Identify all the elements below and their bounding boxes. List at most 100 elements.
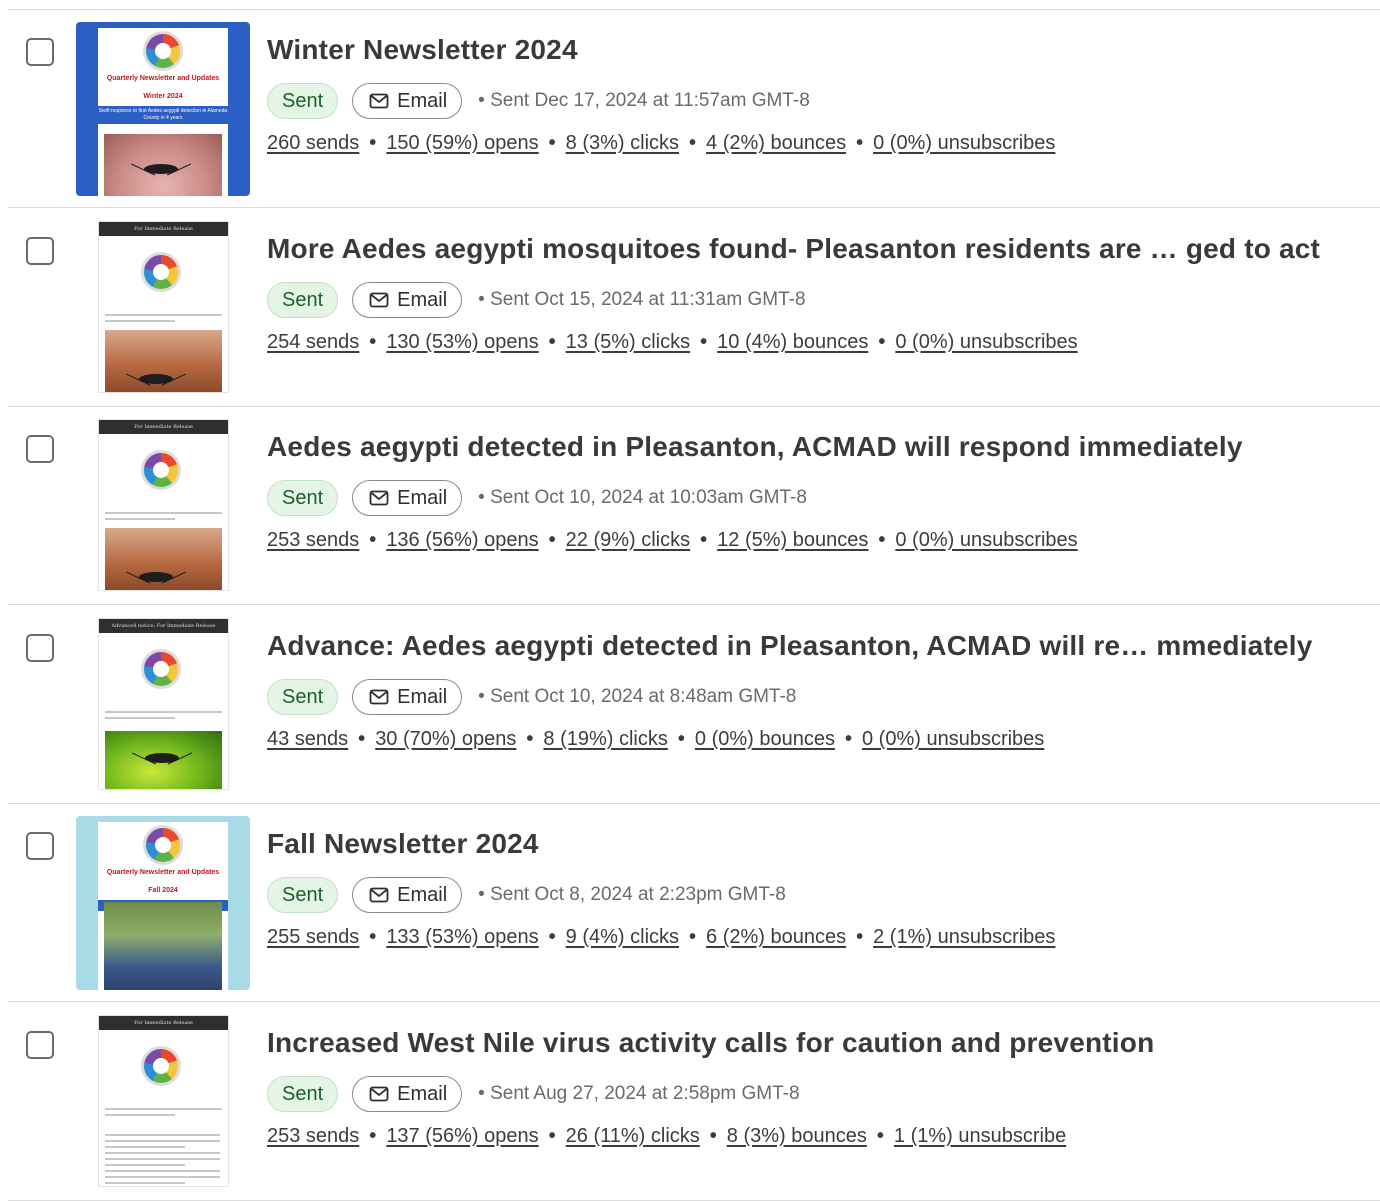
stat-separator: • (876, 1125, 884, 1147)
thumbnail-release-header: For Immediate Release (99, 1016, 228, 1030)
campaign-stats: 253 sends • 136 (56%) opens • 22 (9%) cl… (267, 529, 1078, 552)
mosquito-icon (145, 753, 179, 763)
unsubscribes-link[interactable]: 0 (0%) unsubscribes (895, 331, 1077, 354)
bounces-link[interactable]: 10 (4%) bounces (717, 331, 868, 354)
unsubscribes-link[interactable]: 1 (1%) unsubscribe (894, 1125, 1066, 1148)
campaign-title[interactable]: Fall Newsletter 2024 (267, 828, 539, 860)
stat-separator: • (526, 728, 534, 750)
thumbnail-text-line (105, 1170, 220, 1172)
thumbnail-text-line (105, 711, 222, 713)
sends-link[interactable]: 260 sends (267, 132, 359, 155)
stat-separator: • (548, 926, 556, 948)
campaign-title[interactable]: More Aedes aegypti mosquitoes found- Ple… (267, 233, 1320, 265)
campaign-meta: Sent Email • Sent Dec 17, 2024 at 11:57a… (267, 82, 810, 120)
select-checkbox[interactable] (26, 38, 54, 66)
status-badge: Sent (267, 679, 339, 715)
clicks-link[interactable]: 26 (11%) clicks (566, 1125, 700, 1148)
opens-link[interactable]: 130 (53%) opens (386, 331, 538, 354)
stat-separator: • (709, 1125, 717, 1147)
campaign-meta: Sent Email • Sent Oct 8, 2024 at 2:23pm … (267, 876, 786, 914)
select-checkbox[interactable] (26, 1031, 54, 1059)
district-seal-icon (141, 649, 181, 689)
select-checkbox[interactable] (26, 634, 54, 662)
clicks-link[interactable]: 13 (5%) clicks (566, 331, 690, 354)
row-divider (8, 207, 1380, 208)
campaign-thumbnail[interactable]: Quarterly Newsletter and Updates Winter … (76, 22, 250, 196)
sent-date: • Sent Oct 8, 2024 at 2:23pm GMT-8 (478, 884, 786, 905)
stat-separator: • (548, 132, 556, 154)
clicks-link[interactable]: 8 (3%) clicks (566, 132, 679, 155)
bounces-link[interactable]: 6 (2%) bounces (706, 926, 846, 949)
stat-separator: • (548, 1125, 556, 1147)
campaign-title[interactable]: Increased West Nile virus activity calls… (267, 1027, 1154, 1059)
select-checkbox[interactable] (26, 435, 54, 463)
campaign-title[interactable]: Advance: Aedes aegypti detected in Pleas… (267, 630, 1313, 662)
campaign-list: Quarterly Newsletter and Updates Winter … (0, 0, 1380, 1201)
stat-separator: • (878, 529, 886, 551)
row-divider (8, 1001, 1380, 1002)
type-badge: Email (352, 679, 463, 715)
campaign-title[interactable]: Winter Newsletter 2024 (267, 34, 578, 66)
select-checkbox[interactable] (26, 832, 54, 860)
campaign-stats: 254 sends • 130 (53%) opens • 13 (5%) cl… (267, 331, 1078, 354)
opens-link[interactable]: 150 (59%) opens (386, 132, 538, 155)
campaign-meta: Sent Email • Sent Oct 10, 2024 at 8:48am… (267, 678, 796, 716)
campaign-row[interactable]: Advanced notice: For Immediate Release A… (0, 606, 1380, 804)
type-label: Email (397, 89, 448, 112)
campaign-title[interactable]: Aedes aegypti detected in Pleasanton, AC… (267, 431, 1243, 463)
district-seal-icon (141, 252, 181, 292)
select-checkbox[interactable] (26, 237, 54, 265)
district-seal-icon (143, 825, 183, 865)
bounces-link[interactable]: 8 (3%) bounces (727, 1125, 867, 1148)
unsubscribes-link[interactable]: 0 (0%) unsubscribes (873, 132, 1055, 155)
thumbnail-page: Advanced notice: For Immediate Release (99, 619, 228, 789)
stat-separator: • (878, 331, 886, 353)
type-badge: Email (352, 877, 463, 913)
campaign-row[interactable]: For Immediate Release Increased West Nil… (0, 1003, 1380, 1201)
clicks-link[interactable]: 8 (19%) clicks (543, 728, 667, 751)
district-seal-icon (141, 1046, 181, 1086)
campaign-row[interactable]: Quarterly Newsletter and Updates Fall 20… (0, 804, 1380, 1002)
stat-separator: • (689, 926, 697, 948)
envelope-icon (369, 93, 389, 109)
status-badge: Sent (267, 83, 339, 119)
opens-link[interactable]: 133 (53%) opens (386, 926, 538, 949)
type-label: Email (397, 685, 448, 708)
sent-date: • Sent Dec 17, 2024 at 11:57am GMT-8 (478, 90, 810, 111)
thumbnail-newsletter-title: Quarterly Newsletter and Updates (106, 75, 220, 82)
sends-link[interactable]: 255 sends (267, 926, 359, 949)
type-badge: Email (352, 1076, 463, 1112)
campaign-thumbnail[interactable]: Quarterly Newsletter and Updates Fall 20… (76, 816, 250, 990)
sends-link[interactable]: 254 sends (267, 331, 359, 354)
stat-separator: • (548, 529, 556, 551)
sends-link[interactable]: 253 sends (267, 1125, 359, 1148)
campaign-row[interactable]: For Immediate Release More Aedes aegypti… (0, 209, 1380, 407)
opens-link[interactable]: 137 (56%) opens (386, 1125, 538, 1148)
clicks-link[interactable]: 22 (9%) clicks (566, 529, 690, 552)
campaign-thumbnail[interactable]: For Immediate Release (98, 221, 229, 393)
sends-link[interactable]: 253 sends (267, 529, 359, 552)
sends-link[interactable]: 43 sends (267, 728, 348, 751)
bounces-link[interactable]: 12 (5%) bounces (717, 529, 868, 552)
bounces-link[interactable]: 4 (2%) bounces (706, 132, 846, 155)
status-badge: Sent (267, 1076, 339, 1112)
thumbnail-text-line (105, 1146, 185, 1148)
campaign-thumbnail[interactable]: For Immediate Release (98, 1015, 229, 1187)
opens-link[interactable]: 136 (56%) opens (386, 529, 538, 552)
clicks-link[interactable]: 9 (4%) clicks (566, 926, 679, 949)
thumbnail-text-line (105, 1164, 185, 1166)
thumbnail-photo (104, 902, 222, 990)
envelope-icon (369, 490, 389, 506)
campaign-row[interactable]: Quarterly Newsletter and Updates Winter … (0, 10, 1380, 208)
stat-separator: • (548, 331, 556, 353)
campaign-thumbnail[interactable]: For Immediate Release (98, 419, 229, 591)
row-divider (8, 604, 1380, 605)
opens-link[interactable]: 30 (70%) opens (375, 728, 516, 751)
unsubscribes-link[interactable]: 2 (1%) unsubscribes (873, 926, 1055, 949)
stat-separator: • (369, 331, 377, 353)
campaign-thumbnail[interactable]: Advanced notice: For Immediate Release (98, 618, 229, 790)
bounces-link[interactable]: 0 (0%) bounces (695, 728, 835, 751)
unsubscribes-link[interactable]: 0 (0%) unsubscribes (895, 529, 1077, 552)
unsubscribes-link[interactable]: 0 (0%) unsubscribes (862, 728, 1044, 751)
campaign-row[interactable]: For Immediate Release Aedes aegypti dete… (0, 407, 1380, 605)
